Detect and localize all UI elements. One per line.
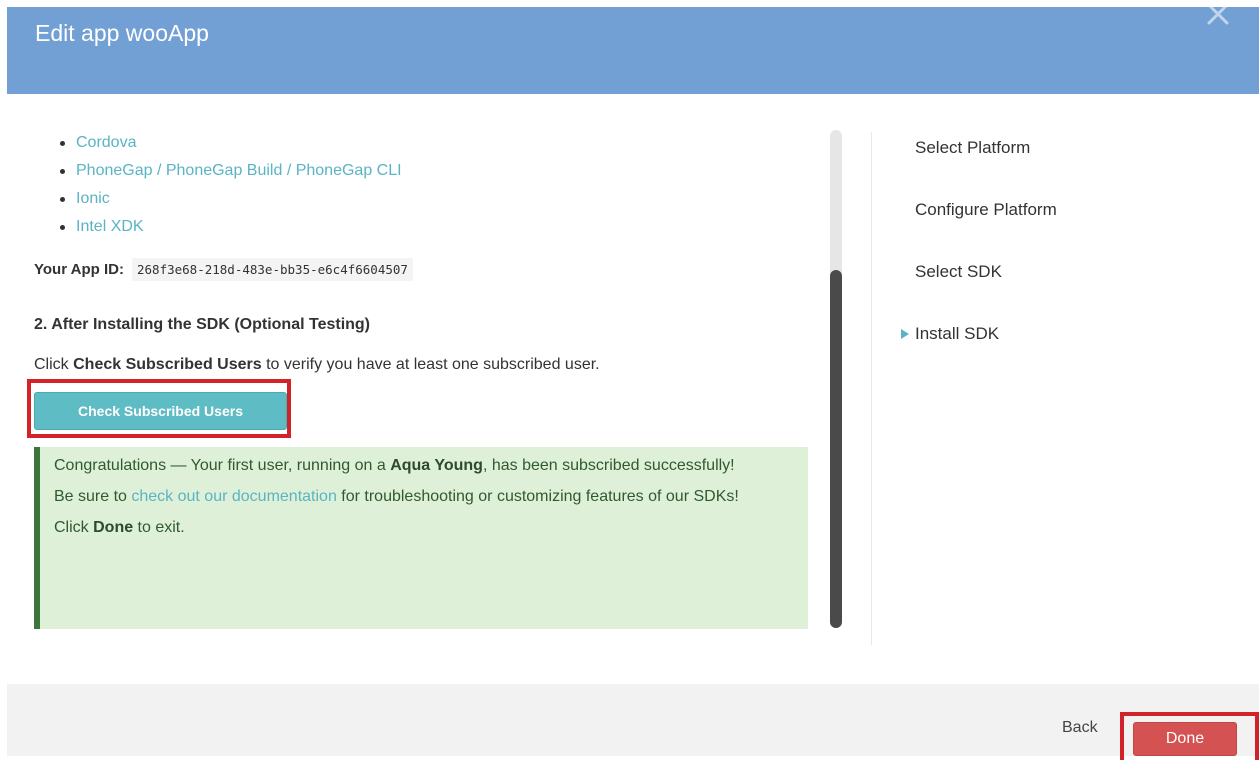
- sdk-link-list: Cordova PhoneGap / PhoneGap Build / Phon…: [46, 132, 402, 244]
- documentation-link[interactable]: check out our documentation: [131, 488, 336, 505]
- install-sdk-panel: Cordova PhoneGap / PhoneGap Build / Phon…: [7, 94, 845, 654]
- success-text: for troubleshooting or customizing featu…: [336, 488, 739, 505]
- list-item: Ionic: [46, 188, 402, 216]
- success-text: to exit.: [133, 519, 185, 536]
- modal-title: Edit app wooApp: [35, 20, 209, 46]
- step-select-sdk[interactable]: Select SDK: [915, 262, 1002, 282]
- step-2-instructions: Click Check Subscribed Users to verify y…: [34, 356, 600, 374]
- app-id-row: Your App ID: 268f3e68-218d-483e-bb35-e6c…: [34, 258, 413, 281]
- sdk-link-cordova[interactable]: Cordova: [76, 134, 136, 151]
- success-text: Congratulations — Your first user, runni…: [54, 457, 391, 474]
- success-alert: Congratulations — Your first user, runni…: [34, 447, 808, 629]
- success-text: Be sure to: [54, 488, 132, 505]
- scrollbar-thumb[interactable]: [830, 270, 842, 628]
- modal-footer: Back Done: [7, 684, 1259, 760]
- step-install-sdk[interactable]: Install SDK: [915, 324, 999, 344]
- back-button[interactable]: Back: [1062, 719, 1098, 737]
- sdk-link-phonegap[interactable]: PhoneGap / PhoneGap Build / PhoneGap CLI: [76, 162, 402, 179]
- list-item: Cordova: [46, 132, 402, 160]
- success-text: , has been subscribed successfully!: [482, 457, 735, 474]
- app-id-label: Your App ID:: [34, 261, 124, 278]
- active-step-arrow-icon: [901, 329, 909, 339]
- step-2-heading: 2. After Installing the SDK (Optional Te…: [34, 316, 371, 333]
- success-text: Click: [54, 519, 94, 536]
- done-reference: Done: [93, 519, 134, 536]
- close-icon[interactable]: [1205, 1, 1231, 27]
- modal-body: Cordova PhoneGap / PhoneGap Build / Phon…: [7, 94, 1259, 684]
- step-2-text-before: Click: [34, 356, 74, 373]
- app-id-value[interactable]: 268f3e68-218d-483e-bb35-e6c4f6604507: [132, 258, 413, 281]
- success-message: Congratulations — Your first user, runni…: [54, 455, 794, 477]
- sdk-link-intel-xdk[interactable]: Intel XDK: [76, 218, 144, 235]
- step-select-platform[interactable]: Select Platform: [915, 138, 1030, 158]
- check-subscribed-users-button[interactable]: Check Subscribed Users: [34, 392, 287, 430]
- step-2-text-after: to verify you have at least one subscrib…: [261, 356, 600, 373]
- step-2-text-bold: Check Subscribed Users: [73, 356, 262, 373]
- sdk-link-ionic[interactable]: Ionic: [76, 190, 110, 207]
- documentation-message: Be sure to check out our documentation f…: [54, 486, 794, 508]
- device-name: Aqua Young: [390, 457, 483, 474]
- column-divider: [871, 132, 872, 645]
- modal-header: Edit app wooApp: [7, 3, 1259, 94]
- exit-message: Click Done to exit.: [54, 517, 794, 539]
- list-item: Intel XDK: [46, 216, 402, 244]
- done-button[interactable]: Done: [1133, 722, 1237, 756]
- list-item: PhoneGap / PhoneGap Build / PhoneGap CLI: [46, 160, 402, 188]
- step-configure-platform[interactable]: Configure Platform: [915, 200, 1057, 220]
